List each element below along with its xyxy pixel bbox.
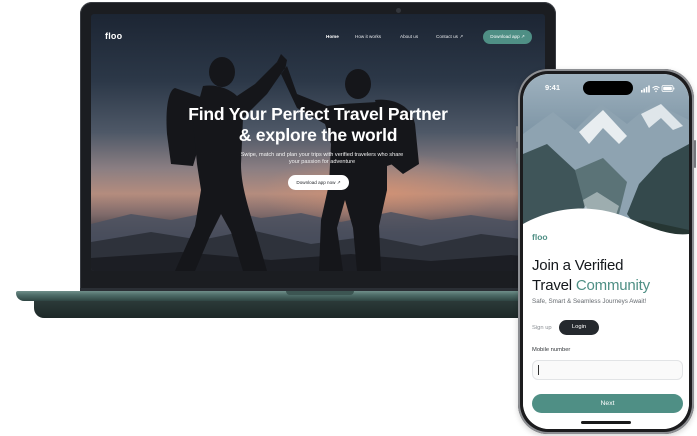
phone-screen: 9:41 floo Join a Verified Travel Communi… <box>523 74 689 429</box>
tab-login[interactable]: Login <box>559 320 599 335</box>
site-logo[interactable]: floo <box>105 31 122 41</box>
hero-title-line2: & explore the world <box>238 125 398 145</box>
signal-icon <box>641 85 650 93</box>
battery-icon <box>661 85 675 92</box>
nav-about-us[interactable]: About us <box>400 34 418 39</box>
wifi-icon <box>652 85 660 93</box>
download-app-button[interactable]: Download app ↗ <box>483 30 532 44</box>
camera-icon <box>396 8 401 13</box>
laptop-opening-notch <box>286 291 354 295</box>
join-title-line2: Travel Community <box>532 276 689 296</box>
join-title-accent: Community <box>575 277 650 294</box>
nav-contact-us[interactable]: Contact us ↗ <box>436 34 463 40</box>
mobile-number-label: Mobile number <box>532 347 571 353</box>
home-indicator <box>581 421 631 424</box>
join-title-line1: Join a Verified <box>532 257 624 274</box>
website-screen: floo Home How it works About us Contact … <box>91 14 545 271</box>
tab-signup[interactable]: Sign up <box>532 325 552 331</box>
hero-subtitle: Swipe, match and plan your trips with ve… <box>217 152 427 167</box>
text-caret <box>538 365 539 375</box>
nav-how-it-works[interactable]: How it works <box>355 34 381 39</box>
join-title-word: Travel <box>532 277 572 294</box>
hero-title: Find Your Perfect Travel Partner & explo… <box>151 104 485 146</box>
join-title: Join a Verified Travel Community <box>532 256 689 296</box>
nav-home[interactable]: Home <box>326 34 339 39</box>
mobile-number-input[interactable] <box>532 360 683 380</box>
hero-subtitle-line1: Swipe, match and plan your trips with ve… <box>240 152 404 158</box>
join-subtitle: Safe, Smart & Seamless Journeys Await! <box>532 298 647 305</box>
dynamic-island <box>583 81 633 95</box>
phone-power-button <box>694 140 696 168</box>
hero-title-line1: Find Your Perfect Travel Partner <box>188 104 448 124</box>
app-logo: floo <box>532 232 548 242</box>
status-time: 9:41 <box>545 83 561 92</box>
download-app-now-button[interactable]: Download app now ↗ <box>288 175 349 190</box>
hero-subtitle-line2: your passion for adventure <box>288 159 356 166</box>
next-button[interactable]: Next <box>532 394 683 413</box>
status-icons <box>641 85 675 93</box>
